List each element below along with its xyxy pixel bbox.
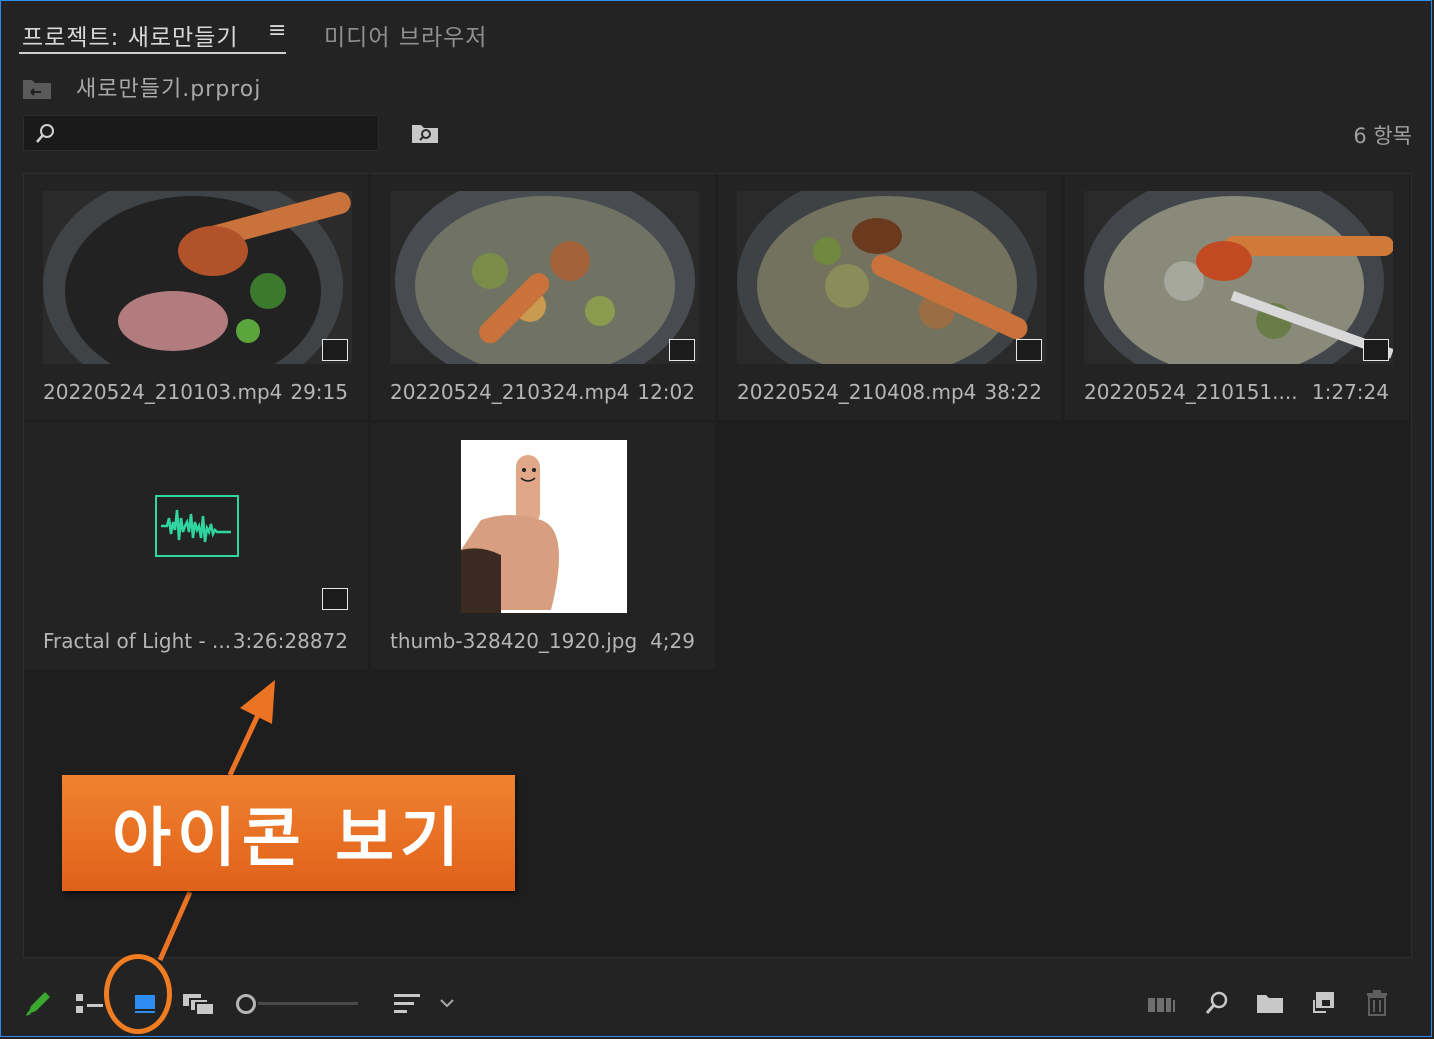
item-duration: 3:26:28872 <box>232 629 348 653</box>
automate-sequence-icon[interactable] <box>1148 994 1178 1014</box>
create-search-bin-icon[interactable] <box>411 122 439 144</box>
tab-media-browser[interactable]: 미디어 브라우저 <box>324 18 487 52</box>
pencil-icon[interactable] <box>24 990 50 1018</box>
video-thumbnail <box>737 191 1046 364</box>
active-tab-underline <box>19 52 286 54</box>
video-audio-badge-icon <box>669 339 695 361</box>
item-duration: 4;29 <box>650 629 695 653</box>
search-icon <box>36 124 54 143</box>
zoom-slider-handle[interactable] <box>236 994 256 1014</box>
tab-project[interactable]: 프로젝트: 새로만들기 <box>22 18 239 52</box>
item-name: 20220524_210151.... <box>1084 380 1298 404</box>
project-item[interactable]: thumb-328420_1920.jpg 4;29 <box>371 423 715 669</box>
project-item[interactable]: 20220524_210324.mp4 12:02 <box>371 174 715 420</box>
trash-icon[interactable] <box>1366 990 1388 1016</box>
sort-icon[interactable] <box>394 992 422 1016</box>
freeform-view-icon[interactable] <box>182 992 216 1016</box>
image-thumbnail <box>461 440 627 613</box>
project-item[interactable]: 20220524_210151.... 1:27:24 <box>1065 174 1409 420</box>
item-name: 20220524_210103.mp4 <box>43 380 283 404</box>
new-item-icon[interactable] <box>1312 990 1336 1014</box>
item-name: thumb-328420_1920.jpg <box>390 629 638 653</box>
find-icon[interactable] <box>1204 990 1230 1016</box>
annotation-callout: 아이콘 보기 <box>62 775 515 891</box>
item-duration: 29:15 <box>290 380 348 404</box>
video-audio-badge-icon <box>1363 339 1389 361</box>
video-audio-badge-icon <box>322 339 348 361</box>
zoom-slider[interactable] <box>258 1002 358 1005</box>
folder-up-icon[interactable] <box>22 76 52 100</box>
search-field[interactable] <box>23 115 379 152</box>
video-thumbnail <box>43 191 352 364</box>
audio-waveform-icon <box>155 495 239 557</box>
search-input[interactable] <box>64 116 373 152</box>
item-name: 20220524_210408.mp4 <box>737 380 977 404</box>
list-view-icon[interactable] <box>76 992 104 1016</box>
item-duration: 38:22 <box>984 380 1042 404</box>
item-count: 6 항목 <box>1353 124 1412 148</box>
item-name: Fractal of Light - ... <box>43 629 232 653</box>
chevron-down-icon[interactable] <box>439 997 455 1009</box>
project-item[interactable]: Fractal of Light - ... 3:26:28872 <box>24 423 368 669</box>
new-bin-icon[interactable] <box>1256 992 1284 1014</box>
video-audio-badge-icon <box>322 588 348 610</box>
item-duration: 1:27:24 <box>1311 380 1389 404</box>
item-name: 20220524_210324.mp4 <box>390 380 630 404</box>
project-file-name: 새로만들기.prproj <box>76 77 262 102</box>
video-thumbnail <box>390 191 699 364</box>
panel-menu-icon[interactable]: ≡ <box>268 18 286 43</box>
annotation-label: 아이콘 보기 <box>112 802 465 876</box>
video-thumbnail <box>1084 191 1393 364</box>
item-duration: 12:02 <box>637 380 695 404</box>
video-audio-badge-icon <box>1016 339 1042 361</box>
project-item[interactable]: 20220524_210103.mp4 29:15 <box>24 174 368 420</box>
project-item[interactable]: 20220524_210408.mp4 38:22 <box>718 174 1062 420</box>
icon-view-highlight <box>104 954 172 1034</box>
